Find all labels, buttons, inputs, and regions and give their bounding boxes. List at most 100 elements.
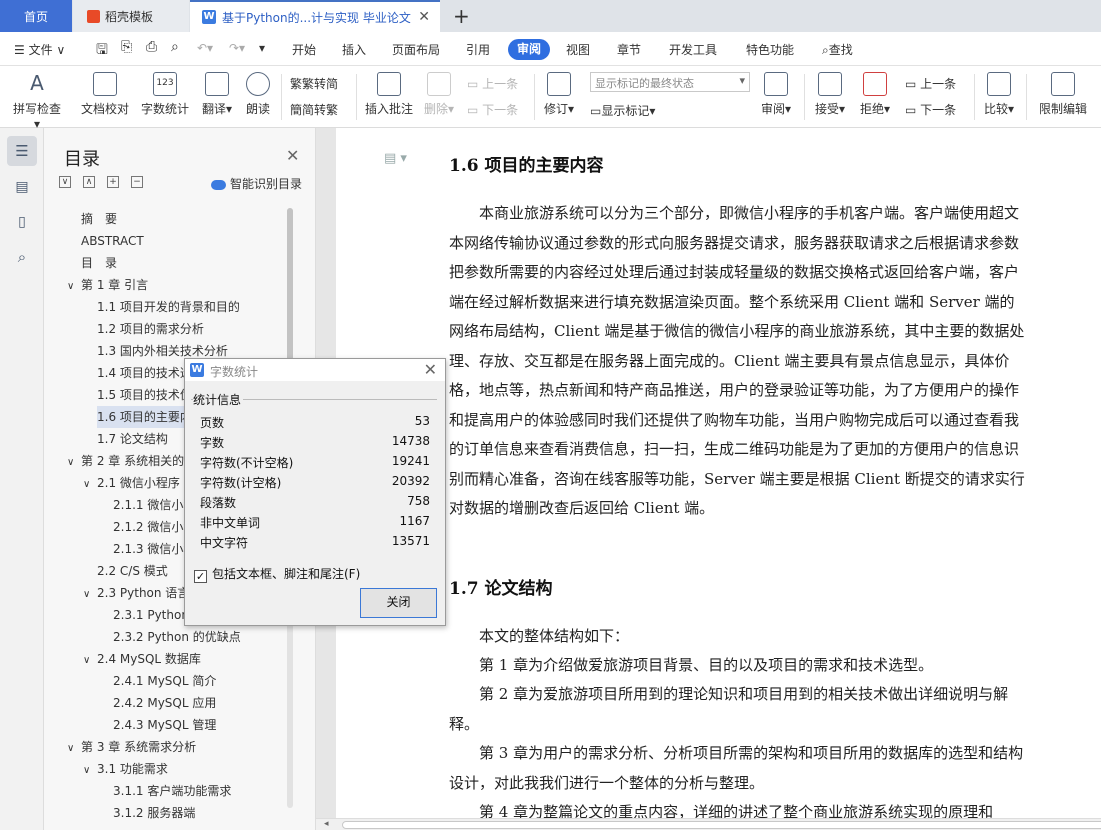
menu-chapter[interactable]: 章节 <box>617 41 641 58</box>
menu-view[interactable]: 视图 <box>566 41 590 58</box>
tab-document[interactable]: W 基于Python的...计与实现 毕业论文 ✕ <box>190 0 440 32</box>
toc-item[interactable]: 1.1 项目开发的背景和目的 <box>97 296 287 318</box>
toc-item[interactable]: 2.4.1 MySQL 简介 <box>113 670 287 692</box>
new-tab-button[interactable]: + <box>453 4 470 28</box>
doc-proof-button[interactable]: 文档校对 <box>80 72 130 117</box>
include-textbox-checkbox[interactable]: ✓ 包括文本框、脚注和尾注(F) <box>194 565 360 583</box>
bookmark-panel-button[interactable]: ▯ <box>7 207 37 237</box>
spell-check-button[interactable]: A 拼写检查▾ <box>12 72 62 131</box>
export-icon[interactable]: ⎘ <box>121 39 132 55</box>
menu-review-active[interactable]: 审阅 <box>508 39 550 60</box>
print-preview-icon[interactable]: ⌕ <box>171 39 179 55</box>
collapse-all-icon[interactable]: ∨ <box>59 176 71 188</box>
toggle-chevron-icon[interactable]: ∨ <box>83 760 97 780</box>
revise-button[interactable]: 修订▾ <box>541 72 577 117</box>
translate-button[interactable]: 翻译▾ <box>198 72 236 117</box>
insert-comment-button[interactable]: 插入批注 <box>363 72 415 117</box>
accept-button[interactable]: 接受▾ <box>812 72 848 117</box>
review-pane-button[interactable]: 审阅▾ <box>757 72 795 117</box>
reject-button[interactable]: 拒绝▾ <box>857 72 893 117</box>
close-icon[interactable]: ✕ <box>424 360 437 379</box>
undo-icon[interactable]: ↶▾ <box>197 41 213 55</box>
toc-item[interactable]: 1.2 项目的需求分析 <box>97 318 287 340</box>
trad-to-simp-button[interactable]: 繁繁转简 <box>290 75 338 92</box>
close-button[interactable]: 关闭 <box>360 588 437 618</box>
find-panel-button[interactable]: ⌕ <box>7 242 37 272</box>
next-change-button[interactable]: ▭ 下一条 <box>905 101 956 118</box>
tab-home-label: 首页 <box>23 9 48 24</box>
search-button[interactable]: ⌕查找 <box>822 41 853 58</box>
stats-row: 非中文单词 1167 <box>200 514 430 531</box>
toc-item[interactable]: 3.1.1 客户端功能需求 <box>113 780 287 802</box>
toc-item[interactable]: ∨ 2.4 MySQL 数据库 <box>83 648 287 670</box>
toc-scrollbar-thumb[interactable] <box>287 208 293 363</box>
next-comment-button[interactable]: ▭ 下一条 <box>467 101 518 118</box>
print-icon[interactable]: ⎙ <box>146 39 157 55</box>
markup-state-select[interactable]: 显示标记的最终状态 <box>590 72 750 92</box>
add-heading-icon[interactable]: + <box>107 176 119 188</box>
ribbon-divider <box>281 74 282 120</box>
quick-access-chevron-icon[interactable]: ▾ <box>259 41 265 55</box>
expand-up-icon[interactable]: ∧ <box>83 176 95 188</box>
toc-item[interactable]: ∨ 第 3 章 系统需求分析 <box>67 736 287 758</box>
toc-panel-button[interactable]: ☰ <box>7 136 37 166</box>
restrict-editing-button[interactable]: 限制编辑 <box>1037 72 1089 117</box>
remove-heading-icon[interactable]: − <box>131 176 143 188</box>
doc-options-icon[interactable]: ▤ ▾ <box>384 151 407 166</box>
show-markup-button[interactable]: ▭显示标记▾ <box>590 102 655 119</box>
toc-item[interactable]: 目 录 <box>81 252 287 274</box>
toc-item[interactable]: ∨ 3.1 功能需求 <box>83 758 287 780</box>
read-aloud-button[interactable]: 朗读 <box>243 72 273 117</box>
toc-item[interactable]: ABSTRACT <box>81 230 287 252</box>
toggle-chevron-icon[interactable]: ∨ <box>67 452 81 472</box>
toggle-chevron-icon[interactable]: ∨ <box>83 474 97 494</box>
dialog-titlebar[interactable]: W 字数统计 ✕ <box>185 359 445 381</box>
simp-to-trad-button[interactable]: 簡简转繁 <box>290 101 338 118</box>
toc-item[interactable]: 2.4.2 MySQL 应用 <box>113 692 287 714</box>
reject-label: 拒绝 <box>859 102 884 116</box>
word-count-button[interactable]: 123 字数统计 <box>140 72 190 117</box>
delete-comment-button[interactable]: 删除▾ <box>422 72 456 117</box>
scroll-left-icon[interactable]: ◂ <box>324 819 329 829</box>
toggle-chevron-icon[interactable]: ∨ <box>83 584 97 604</box>
toc-item-label: 2.1 微信小程序 <box>97 476 180 490</box>
redo-icon[interactable]: ↷▾ <box>229 41 245 55</box>
toc-item-label: 2.4.1 MySQL 简介 <box>113 674 217 688</box>
writer-doc-icon: W <box>190 363 204 377</box>
toggle-chevron-icon[interactable]: ∨ <box>67 276 81 296</box>
close-icon[interactable]: ✕ <box>286 146 299 165</box>
horizontal-scrollbar-thumb[interactable] <box>342 821 1101 829</box>
menu-dev-tools[interactable]: 开发工具 <box>669 41 717 58</box>
accept-check-icon <box>818 72 842 96</box>
tab-template[interactable]: 稻壳模板 <box>73 0 189 32</box>
word-count-label: 字数统计 <box>140 102 189 116</box>
tab-home[interactable]: 首页 <box>0 0 72 32</box>
toggle-chevron-icon[interactable]: ∨ <box>83 650 97 670</box>
save-icon[interactable]: 🖫 <box>96 39 108 63</box>
prev-change-button[interactable]: ▭ 上一条 <box>905 75 956 92</box>
menu-start[interactable]: 开始 <box>292 41 316 58</box>
menu-page-layout[interactable]: 页面布局 <box>392 41 440 58</box>
compare-button[interactable]: 比较▾ <box>981 72 1017 117</box>
menu-references[interactable]: 引用 <box>466 41 490 58</box>
outline-panel-button[interactable]: ▤ <box>7 172 37 202</box>
toggle-chevron-icon[interactable]: ∨ <box>67 738 81 758</box>
toc-item[interactable]: ∨ 第 1 章 引言 <box>67 274 287 296</box>
file-menu[interactable]: ☰ 文件 ∨ <box>14 41 65 58</box>
toc-item[interactable]: 2.3.2 Python 的优缺点 <box>113 626 287 648</box>
trad-simp-icon: 繁 <box>290 77 303 91</box>
toc-item[interactable]: 2.4.3 MySQL 管理 <box>113 714 287 736</box>
horizontal-scrollbar[interactable]: ◂ <box>316 818 1101 830</box>
reject-icon <box>863 72 887 96</box>
next-change-icon: ▭ <box>905 103 917 117</box>
smart-toc-button[interactable]: 智能识别目录 <box>211 175 302 192</box>
toc-item[interactable]: 3.1.2 服务器端 <box>113 802 287 824</box>
toc-item[interactable]: 摘 要 <box>81 208 287 230</box>
menu-insert[interactable]: 插入 <box>342 41 366 58</box>
stats-value: 13571 <box>391 534 430 548</box>
toc-item-label: 2.3.2 Python 的优缺点 <box>113 630 241 644</box>
close-icon[interactable]: ✕ <box>418 9 430 25</box>
toc-item-label: 2.3 Python 语言 <box>97 586 190 600</box>
menu-special[interactable]: 特色功能 <box>746 41 794 58</box>
prev-comment-button[interactable]: ▭ 上一条 <box>467 75 518 92</box>
